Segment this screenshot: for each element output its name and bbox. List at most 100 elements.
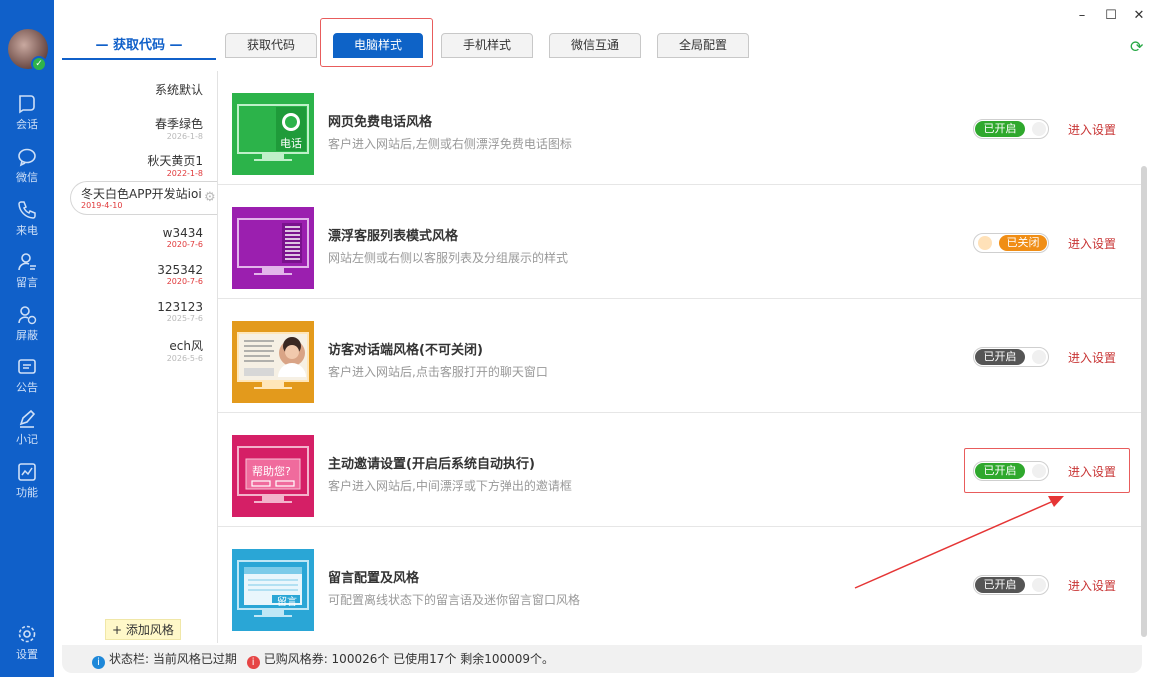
list-item: 访客对话端风格(不可关闭) 客户进入网站后,点击客服打开的聊天窗口 已开启 进入… bbox=[218, 299, 1143, 413]
close-icon[interactable]: ✕ bbox=[1131, 8, 1147, 24]
announcement-icon bbox=[18, 359, 36, 374]
enter-settings-link[interactable]: 进入设置 bbox=[1068, 577, 1116, 594]
tab-mobile-style[interactable]: 手机样式 bbox=[441, 33, 533, 58]
rail-item-settings[interactable]: 设置 bbox=[0, 624, 54, 672]
add-style-button[interactable]: + 添加风格 bbox=[105, 619, 181, 640]
tab-get-code[interactable]: 获取代码 bbox=[225, 33, 317, 58]
rail-item-wechat[interactable]: 微信 bbox=[0, 147, 54, 195]
rail-item-call[interactable]: 来电 bbox=[0, 200, 54, 248]
toggle-knob bbox=[978, 236, 992, 250]
row-description: 网站左侧或右侧以客服列表及分组展示的样式 bbox=[328, 251, 569, 265]
block-user-icon bbox=[18, 306, 37, 325]
thumbnail bbox=[232, 321, 314, 403]
status-text: 状态栏: 当前风格已过期 bbox=[109, 652, 237, 666]
row-title: 漂浮客服列表模式风格 bbox=[328, 229, 459, 244]
thumbnail-text: 帮助您? bbox=[252, 465, 291, 478]
row-description: 客户进入网站后,点击客服打开的聊天窗口 bbox=[328, 365, 548, 379]
toggle-label: 已关闭 bbox=[999, 235, 1047, 251]
nav-rail: ✓ 会话 微信 来电 留言 屏蔽 公告 小记 功能 设置 bbox=[0, 0, 54, 677]
style-item[interactable]: w3434 2020-7-6 bbox=[163, 226, 203, 249]
minimize-icon[interactable]: – bbox=[1074, 8, 1090, 24]
status-toggle[interactable]: 已开启 bbox=[973, 119, 1049, 139]
list-item: 电话 网页免费电话风格 客户进入网站后,左侧或右侧漂浮免费电话图标 已开启 进入… bbox=[218, 71, 1143, 185]
style-name: ech风 bbox=[169, 339, 203, 353]
panel-title: — 获取代码 — bbox=[95, 38, 183, 53]
list-item: 留言 留言配置及风格 可配置离线状态下的留言语及迷你留言窗口风格 已开启 进入设… bbox=[218, 527, 1143, 641]
style-item[interactable]: 春季绿色 2026-1-8 bbox=[155, 115, 203, 141]
rail-item-note[interactable]: 小记 bbox=[0, 409, 54, 457]
refresh-icon[interactable]: ⟳ bbox=[1130, 37, 1143, 56]
style-date: 2026-1-8 bbox=[166, 132, 203, 141]
enter-settings-link[interactable]: 进入设置 bbox=[1068, 349, 1116, 366]
row-title: 留言配置及风格 bbox=[328, 571, 420, 586]
style-date: 2020-7-6 bbox=[166, 240, 203, 249]
rail-item-chat[interactable]: 会话 bbox=[0, 94, 54, 142]
row-description: 可配置离线状态下的留言语及迷你留言窗口风格 bbox=[328, 593, 581, 607]
online-check-icon: ✓ bbox=[31, 56, 47, 72]
style-name: 系统默认 bbox=[154, 83, 203, 97]
style-item[interactable]: 123123 2025-7-6 bbox=[157, 300, 203, 323]
style-settings-list: 电话 网页免费电话风格 客户进入网站后,左侧或右侧漂浮免费电话图标 已开启 进入… bbox=[217, 71, 1143, 643]
style-date: 2019-4-10 bbox=[81, 201, 123, 210]
panel-title-underline bbox=[62, 58, 216, 60]
gear-icon bbox=[18, 625, 36, 643]
phone-icon bbox=[18, 201, 36, 219]
style-date: 2025-7-6 bbox=[166, 314, 203, 323]
tab-global-config[interactable]: 全局配置 bbox=[657, 33, 749, 58]
tab-wechat[interactable]: 微信互通 bbox=[549, 33, 641, 58]
rail-item-announcement[interactable]: 公告 bbox=[0, 357, 54, 405]
style-item[interactable]: ech风 2026-5-6 bbox=[167, 337, 203, 363]
enter-settings-link[interactable]: 进入设置 bbox=[1068, 235, 1116, 252]
style-name: 冬天白色APP开发站ioi bbox=[81, 187, 202, 201]
rail-label: 会话 bbox=[16, 118, 38, 131]
rail-item-function[interactable]: 功能 bbox=[0, 462, 54, 510]
monitor-phone-icon bbox=[237, 104, 309, 161]
style-date: 2020-7-6 bbox=[166, 277, 203, 286]
gear-icon[interactable]: ⚙ bbox=[204, 190, 216, 205]
rail-item-block[interactable]: 屏蔽 bbox=[0, 305, 54, 353]
thumbnail: 电话 bbox=[232, 93, 314, 175]
rail-label: 公告 bbox=[16, 381, 38, 394]
row-description: 客户进入网站后,中间漂浮或下方弹出的邀请框 bbox=[328, 479, 572, 493]
app-window: ✓ 会话 微信 来电 留言 屏蔽 公告 小记 功能 设置 – ☐ ✕ — 获取代… bbox=[0, 0, 1153, 677]
rail-item-message[interactable]: 留言 bbox=[0, 252, 54, 300]
style-item[interactable]: 系统默认 bbox=[155, 81, 203, 98]
thumbnail: 留言 bbox=[232, 549, 314, 631]
info-icon: i bbox=[92, 656, 105, 669]
coupon-text: 已购风格券: 100026个 已使用17个 剩余100009个。 bbox=[263, 652, 555, 666]
style-name: 325342 bbox=[157, 263, 203, 277]
thumbnail-text: 留言 bbox=[277, 597, 297, 608]
row-title: 网页免费电话风格 bbox=[328, 115, 433, 130]
monitor-list-icon bbox=[237, 218, 309, 275]
monitor-chat-icon bbox=[237, 332, 309, 389]
toggle-label: 已开启 bbox=[975, 577, 1025, 593]
row-title: 主动邀请设置(开启后系统自动执行) bbox=[328, 457, 535, 472]
monitor-message-icon bbox=[237, 560, 309, 617]
style-item-selected[interactable]: 冬天白色APP开发站ioi 2019-4-10 ⚙ bbox=[70, 181, 230, 215]
status-toggle[interactable]: 已关闭 bbox=[973, 233, 1049, 253]
rail-label: 留言 bbox=[16, 276, 38, 289]
maximize-icon[interactable]: ☐ bbox=[1103, 8, 1119, 24]
wechat-icon bbox=[18, 148, 36, 167]
enter-settings-link[interactable]: 进入设置 bbox=[1068, 121, 1116, 138]
style-item[interactable]: 秋天黄页1 2022-1-8 bbox=[147, 152, 203, 178]
highlight-box bbox=[964, 448, 1130, 493]
rail-label: 小记 bbox=[16, 433, 38, 446]
style-item[interactable]: 325342 2020-7-6 bbox=[157, 263, 203, 286]
tab-highlight-box bbox=[320, 18, 433, 67]
list-item: 漂浮客服列表模式风格 网站左侧或右侧以客服列表及分组展示的样式 已关闭 进入设置 bbox=[218, 185, 1143, 299]
style-name: 春季绿色 bbox=[154, 117, 203, 131]
rail-label: 屏蔽 bbox=[16, 329, 38, 342]
rail-label: 微信 bbox=[16, 171, 38, 184]
rail-label: 来电 bbox=[16, 224, 38, 237]
style-name: 秋天黄页1 bbox=[147, 154, 203, 168]
rail-label: 功能 bbox=[16, 486, 38, 499]
toggle-label: 已开启 bbox=[975, 121, 1025, 137]
thumbnail bbox=[232, 207, 314, 289]
toggle-knob bbox=[1032, 122, 1046, 136]
chat-bubble-icon bbox=[19, 95, 35, 114]
status-toggle[interactable]: 已开启 bbox=[973, 575, 1049, 595]
scrollbar-thumb[interactable] bbox=[1141, 166, 1147, 637]
status-toggle[interactable]: 已开启 bbox=[973, 347, 1049, 367]
toggle-knob bbox=[1032, 578, 1046, 592]
